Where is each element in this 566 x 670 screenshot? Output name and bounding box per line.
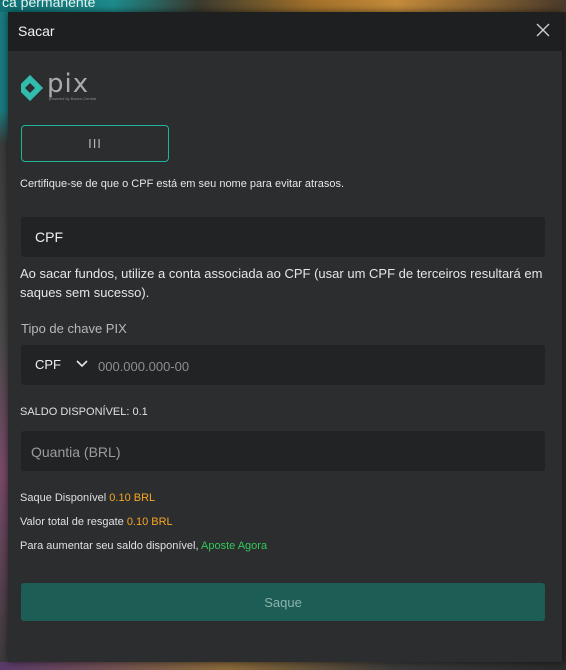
- total-redeem-line: Valor total de resgate 0.10 BRL: [20, 516, 173, 528]
- pix-key-field: CPF: [21, 345, 545, 385]
- background-banner-text: ca permanente: [2, 0, 96, 10]
- background-bottom-edge: [0, 662, 566, 670]
- withdraw-available-line: Saque Disponível 0.10 BRL: [20, 492, 155, 504]
- amount-input[interactable]: [29, 437, 533, 467]
- cpf-document-field[interactable]: CPF: [21, 217, 545, 257]
- increase-balance-line: Para aumentar seu saldo disponível, Apos…: [20, 540, 267, 552]
- withdraw-submit-button[interactable]: Saque: [21, 583, 545, 621]
- pix-key-type-label: Tipo de chave PIX: [21, 321, 127, 336]
- withdraw-available-label: Saque Disponível: [20, 492, 107, 504]
- increase-balance-text: Para aumentar seu saldo disponível,: [20, 540, 199, 552]
- modal-header: Sacar: [8, 12, 562, 51]
- pix-key-input[interactable]: [96, 351, 530, 381]
- payment-method-tab[interactable]: III: [21, 125, 169, 162]
- withdraw-available-value: 0.10 BRL: [109, 492, 156, 504]
- cpf-warning: Ao sacar fundos, utilize a conta associa…: [20, 266, 543, 300]
- modal-title: Sacar: [18, 23, 55, 39]
- pix-logo: pix powered by Banco Central: [16, 69, 103, 104]
- close-icon[interactable]: [534, 21, 552, 39]
- amount-field: [21, 431, 545, 471]
- pix-key-type-select[interactable]: CPF: [35, 357, 61, 372]
- withdraw-modal: Sacar pix powered by Banco Central III C…: [8, 12, 562, 662]
- total-redeem-value: 0.10 BRL: [126, 516, 173, 528]
- background-left-edge: [0, 12, 8, 670]
- pix-logo-tagline: powered by Banco Central: [49, 96, 97, 101]
- bet-now-link[interactable]: Aposte Agora: [201, 540, 267, 552]
- pix-logo-text: pix: [47, 69, 90, 99]
- total-redeem-label: Valor total de resgate: [20, 516, 124, 528]
- available-balance: SALDO DISPONÍVEL: 0.1: [20, 406, 148, 418]
- chevron-down-icon[interactable]: [75, 357, 89, 371]
- cpf-document-value: CPF: [35, 229, 63, 245]
- cpf-notice: Certifique-se de que o CPF está em seu n…: [20, 178, 345, 190]
